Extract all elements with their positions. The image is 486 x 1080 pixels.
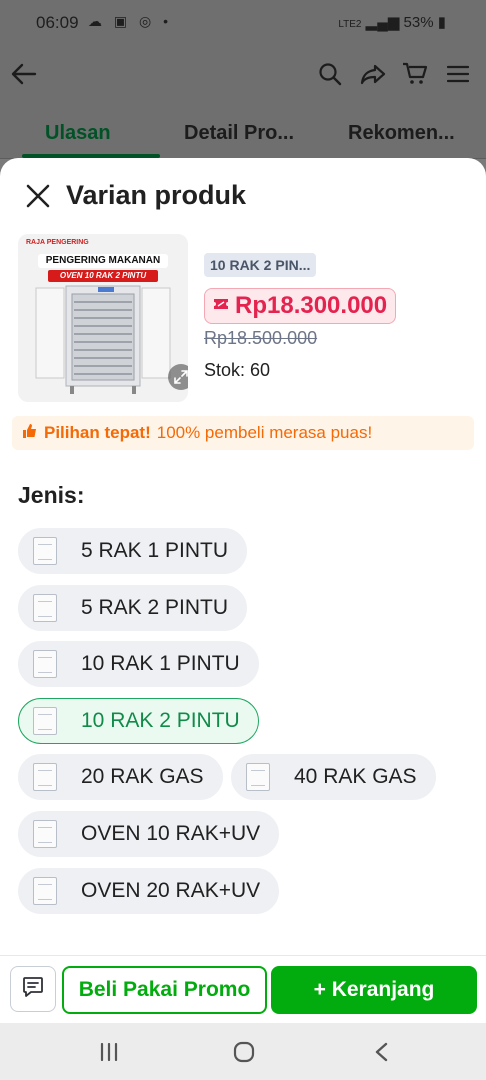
variant-thumbnail-icon [33,650,57,678]
product-image[interactable]: RAJA PENGERING PENGERING MAKANAN OVEN 10… [18,234,188,402]
recent-apps-icon[interactable] [96,1039,122,1065]
variant-option[interactable]: OVEN 20 RAK+UV [18,868,280,914]
promo-text: 100% pembeli merasa puas! [156,423,373,442]
variant-option[interactable]: OVEN 10 RAK+UV [18,811,280,857]
status-time: 06:09 [36,13,79,32]
home-icon[interactable] [231,1039,257,1065]
bottom-action-bar: Beli Pakai Promo + Keranjang [0,955,486,1024]
battery-icon: ▮ [437,14,446,31]
oven-illustration [35,285,171,394]
buy-with-promo-button[interactable]: Beli Pakai Promo [62,966,267,1014]
variant-thumbnail-icon [33,537,57,565]
original-price: Rp18.500.000 [204,328,318,348]
variant-option[interactable]: 40 RAK GAS [231,754,436,800]
ticket-icon [213,297,229,315]
variant-thumbnail-icon [33,594,57,622]
thumbs-up-icon [22,423,38,444]
variant-option[interactable]: 10 RAK 1 PINTU [18,641,259,687]
cart-icon[interactable] [401,60,429,88]
variant-option-label: OVEN 20 RAK+UV [81,879,261,902]
chat-button[interactable] [10,966,56,1012]
signal-icon: ▂▄▆ [365,14,400,31]
search-icon[interactable] [316,60,344,88]
menu-icon[interactable] [444,60,472,88]
back-arrow-icon[interactable] [10,60,38,88]
variant-thumbnail-icon [33,877,57,905]
variant-option-label: 5 RAK 2 PINTU [81,596,229,619]
expand-image-icon[interactable] [168,364,188,390]
battery-percent: 53% [403,14,434,31]
stock-count: Stok: 60 [204,360,271,380]
tab-detail-produk[interactable]: Detail Pro... [184,122,294,145]
product-price: Rp18.300.000 [235,292,388,319]
status-right: LTE2 ▂▄▆ 53% ▮ [338,13,446,31]
system-back-icon[interactable] [368,1039,394,1065]
variant-thumbnail-icon [33,707,57,735]
variant-option-label: 10 RAK 1 PINTU [81,652,240,675]
selected-variant-chip: 10 RAK 2 PIN... [204,253,317,277]
variant-thumbnail-icon [33,763,57,791]
promo-banner: Pilihan tepat! 100% pembeli merasa puas! [12,416,474,450]
variant-option-label: 10 RAK 2 PINTU [81,709,240,732]
variant-option[interactable]: 20 RAK GAS [18,754,223,800]
sheet-title: Varian produk [66,180,247,210]
variant-thumbnail-icon [33,820,57,848]
variant-option[interactable]: 5 RAK 1 PINTU [18,528,248,574]
notification-icons: ☁ ▣ ◎ • [88,13,173,29]
tab-rekomendasi[interactable]: Rekomen... [348,122,455,145]
variant-option-label: 20 RAK GAS [81,765,204,788]
variant-option-selected[interactable]: 10 RAK 2 PINTU [18,698,259,744]
product-tabs: Ulasan Detail Pro... Rekomen... [0,104,486,159]
variant-thumbnail-icon [246,763,270,791]
variant-option-label: 40 RAK GAS [294,765,417,788]
status-bar: 06:09 ☁ ▣ ◎ • LTE2 ▂▄▆ 53% ▮ [0,0,486,46]
variant-option-label: 5 RAK 1 PINTU [81,539,229,562]
variant-type-label: Jenis: [18,482,85,508]
promo-bold-text: Pilihan tepat! [44,423,151,442]
close-icon[interactable] [26,184,50,208]
network-label: LTE2 [338,19,362,30]
variant-option[interactable]: 5 RAK 2 PINTU [18,585,248,631]
system-nav-bar [0,1023,486,1080]
variant-sheet: Varian produk RAJA PENGERING PENGERING M… [0,158,486,1023]
share-icon[interactable] [359,60,387,88]
price-badge: Rp18.300.000 [204,288,397,324]
app-bar [0,46,486,104]
tab-ulasan[interactable]: Ulasan [45,122,111,145]
chat-icon [22,976,44,1003]
add-to-cart-button[interactable]: + Keranjang [271,966,477,1014]
variant-option-label: OVEN 10 RAK+UV [81,822,261,845]
